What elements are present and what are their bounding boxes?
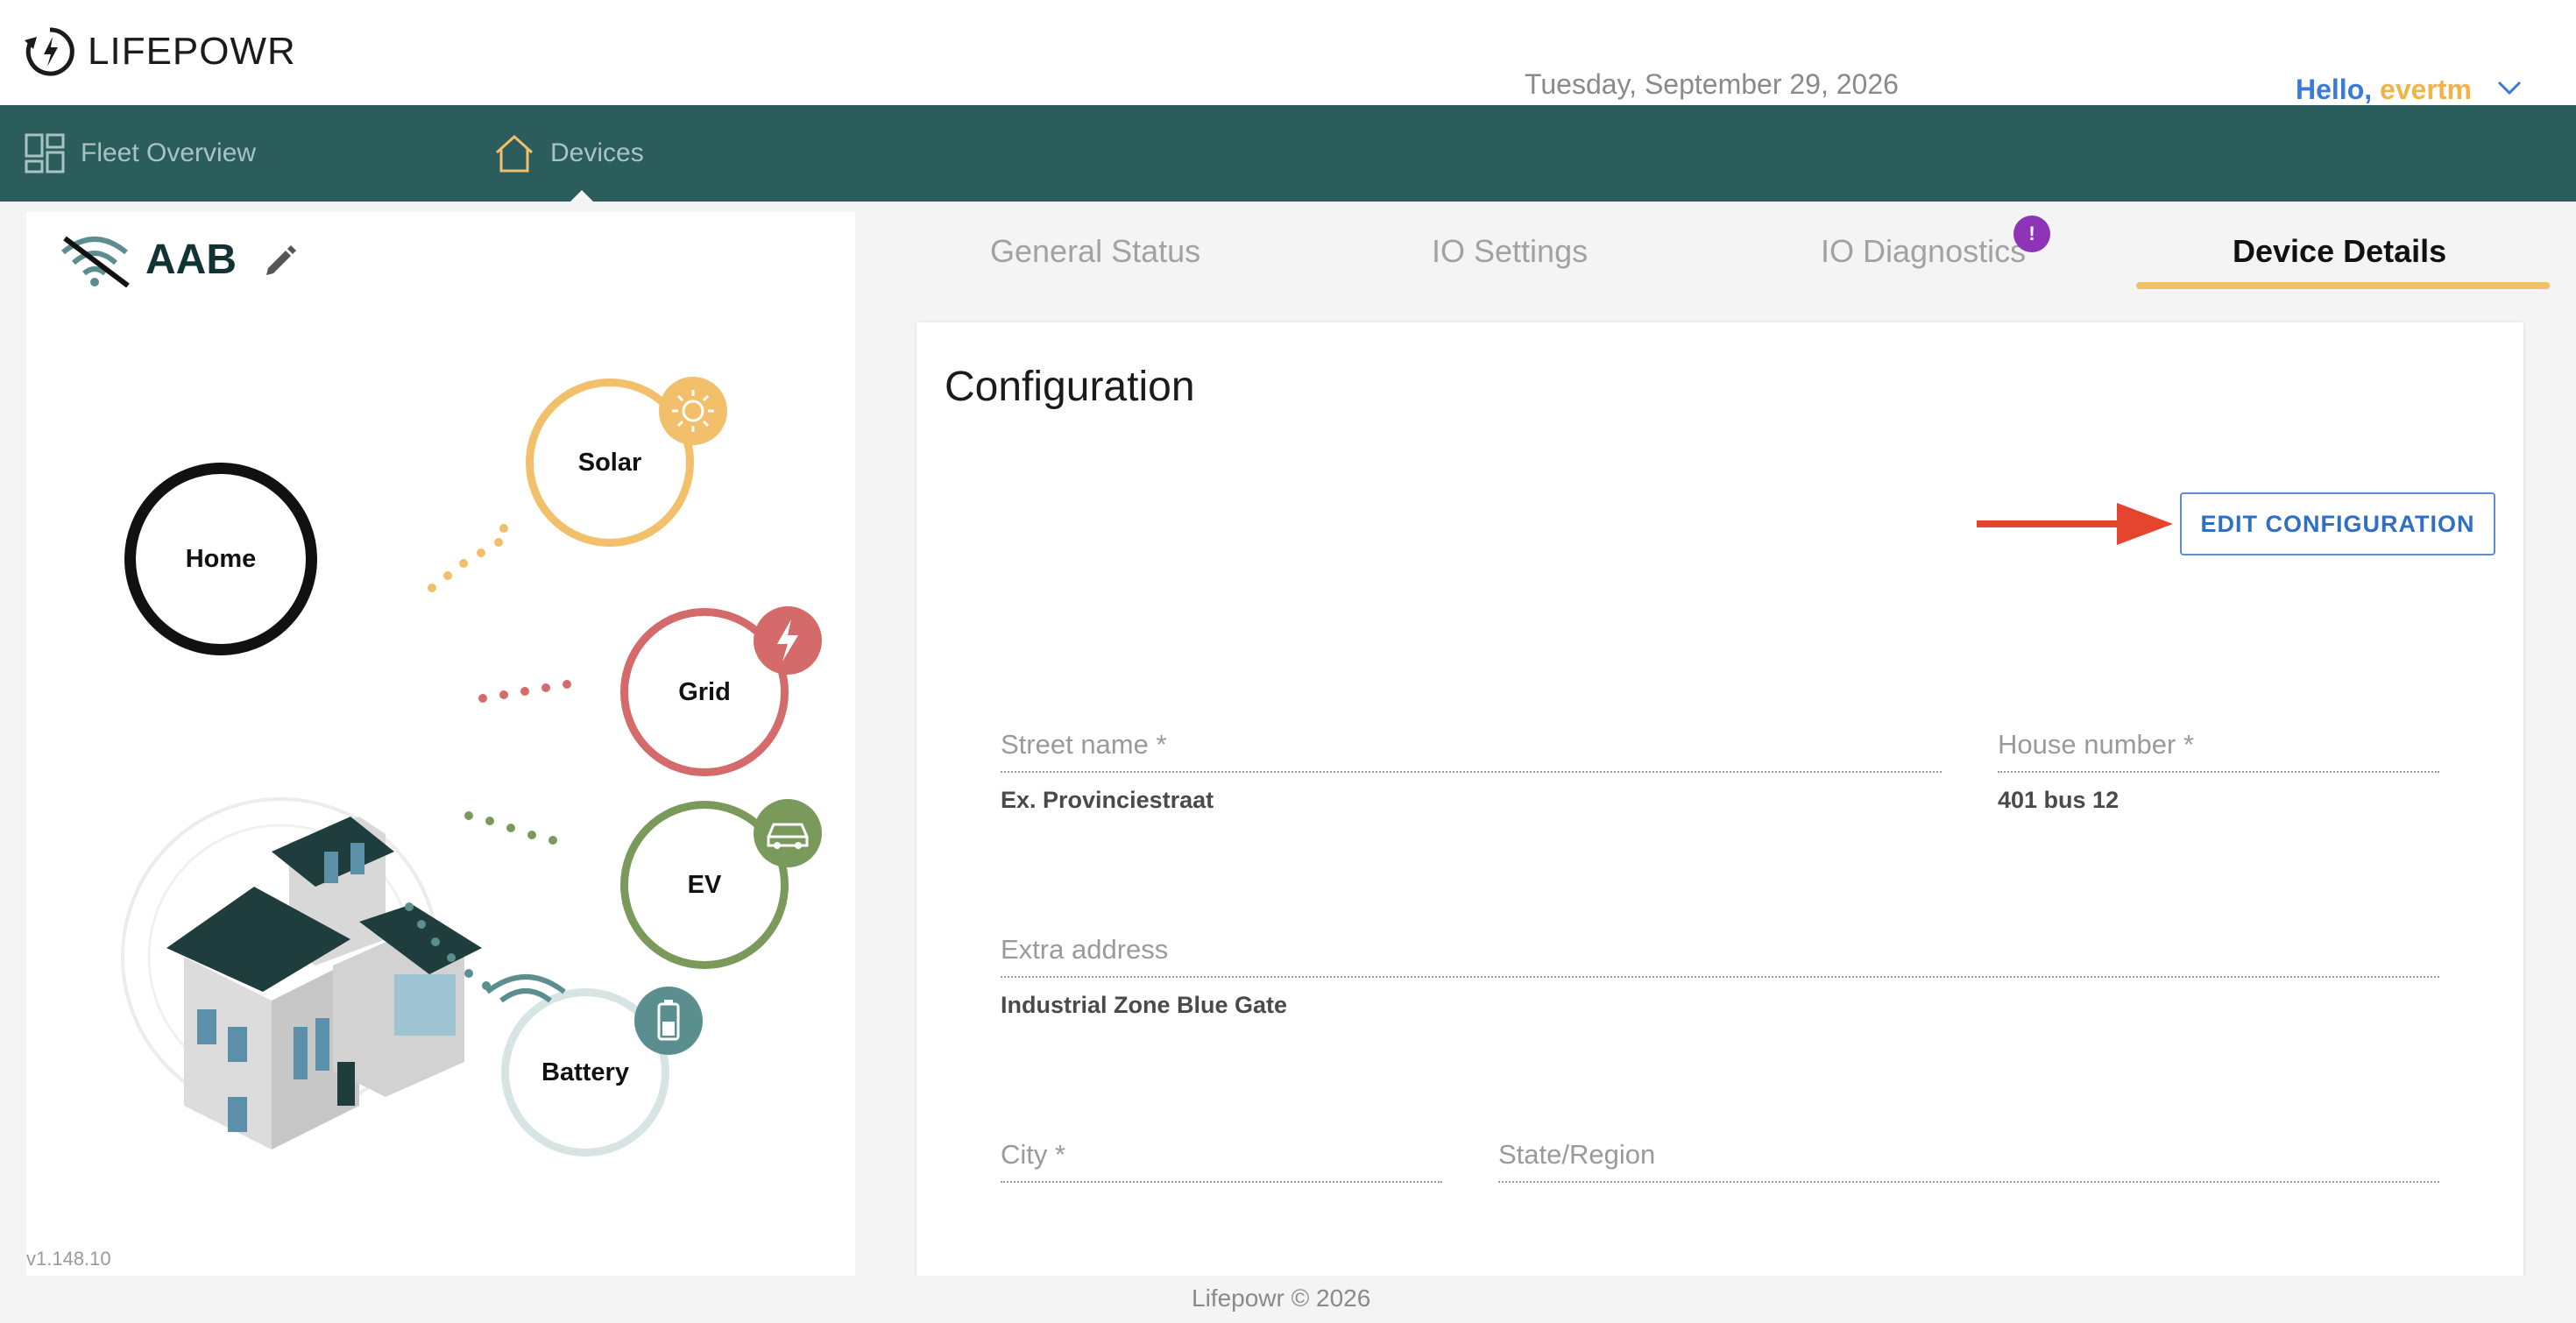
nav-item-fleet-overview[interactable]: Fleet Overview [25,105,256,202]
edit-configuration-button[interactable]: EDIT CONFIGURATION [2180,492,2495,555]
house-number-field[interactable]: House number * 401 bus 12 [1998,729,2439,813]
battery-icon [634,987,703,1055]
top-header: LIFEPOWR Tuesday, September 29, 2026 Hel… [0,0,2576,105]
extra-address-value: Industrial Zone Blue Gate [1001,992,1288,1018]
city-label: City * [1001,1139,1066,1170]
device-overview-panel: AAB Home Solar Grid EV Battery v1.148.10 [26,212,855,1276]
solar-node-label: Solar [577,448,642,477]
city-underline [1001,1181,1442,1183]
tab-device-details[interactable]: Device Details [2233,233,2446,270]
street-name-value: Ex. Provinciestraat [1001,787,1214,813]
tab-general-status[interactable]: General Status [990,233,1200,270]
nav-label-devices: Devices [550,138,644,167]
pencil-icon[interactable] [263,242,298,277]
active-nav-indicator [570,190,594,202]
car-icon [754,799,822,867]
home-node[interactable]: Home [124,463,317,655]
grid-node-label: Grid [678,677,731,706]
extra-address-field[interactable]: Extra address Industrial Zone Blue Gate [1001,934,2439,1018]
state-region-field[interactable]: State/Region [1498,1139,2439,1183]
home-icon [495,134,534,173]
device-header: AAB [58,231,298,287]
footer-copyright: Lifepowr © 2026 [1192,1284,1371,1312]
street-name-underline [1001,771,1942,773]
house-number-label: House number * [1998,729,2195,760]
state-region-underline [1498,1181,2439,1183]
wifi-off-icon [61,236,130,287]
battery-node-label: Battery [541,1058,629,1086]
street-name-field[interactable]: Street name * Ex. Provinciestraat [1001,729,1942,813]
nav-label-fleet-overview: Fleet Overview [81,138,257,167]
user-greeting[interactable]: Hello, evertm [2296,74,2472,106]
extra-address-underline [1001,976,2439,978]
grid-icon [25,133,65,173]
device-name: AAB [145,236,237,283]
main-navbar: Fleet Overview Devices [0,105,2576,202]
house-number-value: 401 bus 12 [1998,787,2120,813]
app-logo[interactable]: LIFEPOWR [23,21,296,82]
username: evertm [2380,74,2472,105]
lightning-icon [754,606,822,675]
chevron-down-icon[interactable] [2494,75,2525,100]
nav-item-devices[interactable]: Devices [494,105,644,202]
logo-text: LIFEPOWR [88,30,296,73]
current-date: Tuesday, September 29, 2026 [1525,68,1899,100]
active-tab-indicator [2136,282,2550,289]
ev-node-label: EV [687,870,722,899]
arrow-right-icon [1977,503,2173,545]
house-number-underline [1998,771,2439,773]
configuration-card: Configuration EDIT CONFIGURATION Street … [916,322,2523,1276]
house-illustration [121,797,482,1150]
street-name-label: Street name * [1001,729,1167,760]
greeting-label: Hello, [2296,74,2373,105]
state-region-label: State/Region [1498,1139,1656,1170]
extra-address-label: Extra address [1001,934,1169,965]
footer: Lifepowr © 2026 [0,1276,2576,1323]
app-version: v1.148.10 [26,1248,111,1270]
sun-icon [659,377,727,445]
tab-io-diagnostics[interactable]: IO Diagnostics [1821,233,2026,270]
city-field[interactable]: City * [1001,1139,1442,1183]
diagnostics-alert-badge: ! [2013,216,2050,252]
home-node-label: Home [185,544,257,573]
lifepowr-logo-icon [25,27,74,76]
tab-io-settings[interactable]: IO Settings [1432,233,1588,270]
battery-wifi-icon [485,974,566,1003]
configuration-title: Configuration [945,364,1195,410]
